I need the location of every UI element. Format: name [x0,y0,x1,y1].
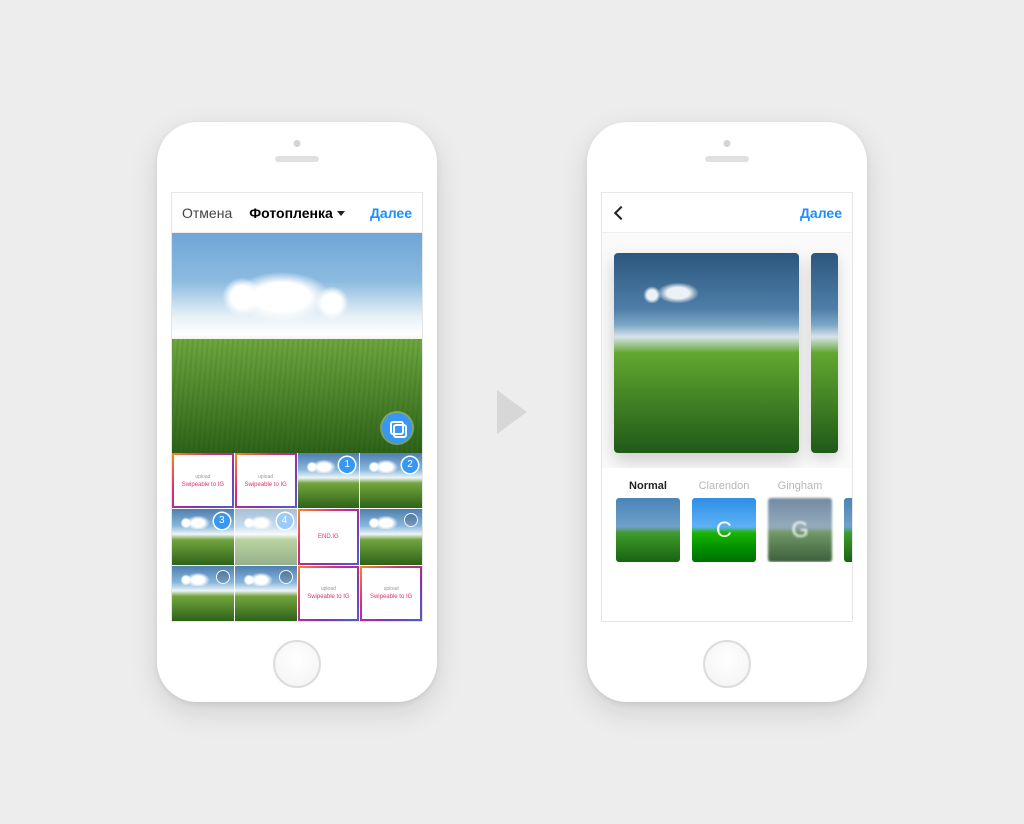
cloud-graphic [241,570,279,586]
selection-index-badge: 4 [277,513,293,529]
step-arrow-icon [497,390,527,434]
cloud-graphic [366,457,404,473]
selection-ring [404,513,418,527]
filter-swatch: M [844,498,852,562]
home-button[interactable] [273,640,321,688]
photo-preview[interactable] [172,233,422,453]
cloud-graphic [304,457,342,473]
promo-text: Swipeable to IG [182,482,224,488]
selection-index-badge: 2 [402,457,418,473]
screen-photo-picker: Отмена Фотопленка Далее upload Swipeable … [171,192,423,622]
screen-filter-editor: Далее Normal Clarendon C Gingham GMM [601,192,853,622]
grid-thumbnail[interactable] [235,566,297,621]
grid-thumbnail[interactable]: upload Swipeable to IG [298,566,360,621]
album-picker-label: Фотопленка [249,205,333,221]
cloud-graphic [241,513,279,529]
phone-mockup-left: Отмена Фотопленка Далее upload Swipeable … [157,122,437,702]
promo-upload-label: upload [258,474,273,480]
chevron-down-icon [337,211,345,216]
select-multiple-button[interactable] [382,413,412,443]
phone-speaker [705,156,749,162]
filter-option[interactable]: MM [844,480,852,562]
grid-thumbnail[interactable]: upload Swipeable to IG [360,566,422,621]
grid-thumbnail[interactable] [360,509,422,564]
grid-thumbnail[interactable]: 1 [298,453,360,508]
filter-label: Clarendon [692,480,756,492]
promo-text: Swipeable to IG [307,594,349,600]
promo-text: END.IG [318,534,339,540]
navbar: Далее [602,193,852,233]
selection-ring [216,570,230,584]
grid-thumbnail[interactable]: upload Swipeable to IG [235,453,297,508]
carousel-slide-peek[interactable] [811,253,838,453]
grid-thumbnail[interactable]: 3 [172,509,234,564]
cloud-graphic [178,513,216,529]
filter-option[interactable]: Normal [616,480,680,562]
album-picker[interactable]: Фотопленка [249,205,345,221]
filter-option[interactable]: Clarendon C [692,480,756,562]
grid-thumbnail[interactable]: 4 [235,509,297,564]
filter-swatch: G [768,498,832,562]
phone-mockup-right: Далее Normal Clarendon C Gingham GMM [587,122,867,702]
grid-thumbnail[interactable] [172,566,234,621]
next-button[interactable]: Далее [782,205,842,221]
filter-label: M [844,480,852,492]
grid-thumbnail[interactable]: 2 [360,453,422,508]
chevron-left-icon [614,205,628,219]
back-button[interactable] [612,208,672,218]
cloud-graphic [638,277,718,303]
cloud-graphic [202,263,362,323]
cloud-graphic [366,513,404,529]
filter-swatch: C [692,498,756,562]
carousel-slide[interactable] [614,253,799,453]
cloud-graphic [178,570,216,586]
cancel-button[interactable]: Отмена [182,205,242,221]
phone-speaker [275,156,319,162]
photo-grid: upload Swipeable to IG upload Swipeable to … [172,453,422,621]
grid-thumbnail[interactable]: upload Swipeable to IG [172,453,234,508]
promo-upload-label: upload [384,586,399,592]
grid-thumbnail[interactable]: END.IG [298,509,360,564]
selection-index-badge: 3 [214,513,230,529]
promo-text: Swipeable to IG [244,482,286,488]
selection-ring [279,570,293,584]
phone-camera-dot [294,140,301,147]
selection-index-badge: 1 [339,457,355,473]
next-button[interactable]: Далее [352,205,412,221]
promo-upload-label: upload [195,474,210,480]
phone-camera-dot [724,140,731,147]
filter-label: Gingham [768,480,832,492]
promo-upload-label: upload [321,586,336,592]
filter-swatch [616,498,680,562]
home-button[interactable] [703,640,751,688]
filter-option[interactable]: Gingham G [768,480,832,562]
promo-text: Swipeable to IG [370,594,412,600]
filter-strip: Normal Clarendon C Gingham GMM [602,468,852,621]
image-carousel[interactable] [602,233,852,468]
navbar: Отмена Фотопленка Далее [172,193,422,233]
filter-label: Normal [616,480,680,492]
